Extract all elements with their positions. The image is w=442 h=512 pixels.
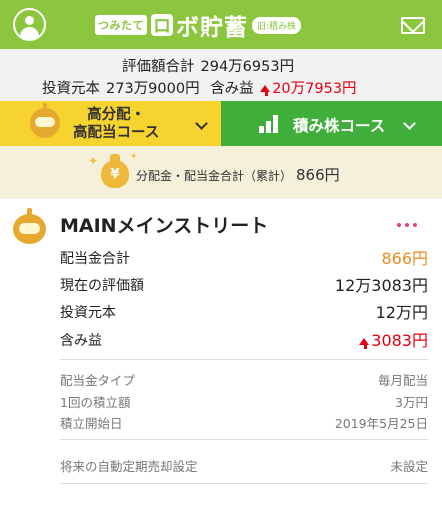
setting-start-date: 積立開始日 2019年5月25日	[60, 411, 428, 431]
mail-icon[interactable]	[401, 17, 425, 34]
setting-label: 配当金タイプ	[60, 373, 136, 388]
setting-contribution: 1回の積立額 3万円	[60, 390, 428, 410]
tab-stock-label: 積み株コース	[293, 117, 386, 135]
course-tabs: 高分配・ 高配当コース 積み株コース	[0, 101, 442, 146]
app-header: つみたて ロ ボ貯蓄 旧:積み株	[0, 0, 442, 49]
user-icon-head	[25, 16, 34, 25]
row-unrealized-gain: 含み益 3083円	[60, 326, 428, 353]
portfolio-summary: 評価額合計 294万6953円 投資元本 273万9000円 含み益 20万7953円	[0, 49, 442, 101]
more-dots-icon[interactable]	[397, 223, 417, 229]
divider	[60, 359, 428, 360]
chevron-down-icon	[403, 117, 416, 130]
row-dividend-total: 配当金合計 866円	[60, 244, 428, 271]
row-principal: 投資元本 12万円	[60, 298, 428, 325]
row-value: 866円	[381, 249, 428, 268]
sparkle-icon: ✦	[130, 152, 138, 162]
row-label: 含み益	[60, 333, 102, 349]
sparkle-icon: ✦	[88, 154, 99, 168]
row-current-value: 現在の評価額 12万3083円	[60, 271, 428, 298]
setting-value: 毎月配当	[377, 373, 428, 388]
tab-high-dividend-label: 高分配・ 高配当コース	[73, 106, 159, 142]
dividend-total-value: 866円	[296, 166, 340, 184]
logo-badge: 旧:積み株	[252, 16, 302, 34]
tab-stock-course[interactable]: 積み株コース	[221, 101, 442, 146]
user-icon-body	[20, 27, 39, 39]
dividend-total: 分配金・配当金合計（累計） 866円	[136, 164, 340, 185]
divider	[60, 483, 428, 484]
gain-label: 含み益	[210, 81, 254, 97]
logo-subtitle: つみたて	[95, 15, 147, 35]
setting-dividend-type: 配当金タイプ 毎月配当	[60, 368, 428, 388]
summary-total-line: 評価額合計 294万6953円	[122, 55, 300, 76]
tab-high-dividend-label-line1: 高分配・	[87, 107, 146, 123]
chevron-down-icon	[195, 117, 208, 130]
bar-chart-icon	[259, 115, 279, 133]
row-label: 現在の評価額	[60, 278, 144, 294]
dividend-total-label: 分配金・配当金合計（累計）	[136, 169, 293, 183]
gain-amount: 3083円	[371, 331, 428, 350]
moneybag-icon: ¥	[101, 154, 129, 188]
summary-principal-line: 投資元本 273万9000円 含み益 20万7953円	[42, 77, 363, 98]
row-label: 配当金合計	[60, 251, 130, 267]
row-value: 12万円	[375, 303, 428, 322]
robot-icon	[30, 103, 60, 138]
auto-sell-value: 未設定	[390, 459, 428, 474]
app-logo: つみたて ロ ボ貯蓄 旧:積み株	[95, 8, 302, 42]
arrow-up-icon-stem	[364, 344, 368, 349]
setting-label: 1回の積立額	[60, 395, 131, 410]
auto-sell-label: 将来の自動定期売却設定	[60, 459, 198, 474]
gain-value: 20万7953円	[272, 81, 357, 97]
tab-high-dividend-label-line2: 高配当コース	[73, 125, 160, 141]
fund-card: MAINメインストリート 配当金合計 866円 現在の評価額 12万3083円 …	[13, 199, 442, 512]
total-label: 評価額合計	[122, 59, 195, 75]
divider	[60, 439, 428, 440]
tab-high-dividend-course[interactable]: 高分配・ 高配当コース	[0, 101, 221, 146]
robot-icon	[13, 208, 46, 244]
principal-value: 273万9000円	[106, 81, 200, 97]
setting-label: 積立開始日	[60, 416, 123, 431]
logo-title: ボ貯蓄	[176, 15, 248, 41]
total-value: 294万6953円	[200, 59, 295, 75]
setting-auto-sell[interactable]: 将来の自動定期売却設定 未設定	[60, 454, 428, 474]
user-icon[interactable]	[13, 8, 46, 41]
principal-label: 投資元本	[42, 81, 100, 97]
dividend-total-band: ✦ ✦ ¥ 分配金・配当金合計（累計） 866円	[0, 146, 442, 199]
row-value: 12万3083円	[334, 276, 428, 295]
fund-name: MAINメインストリート	[60, 215, 269, 237]
arrow-up-icon-stem	[265, 91, 269, 96]
logo-gear-mark: ロ	[151, 14, 173, 37]
row-value: 3083円	[358, 327, 428, 351]
setting-value: 2019年5月25日	[334, 416, 428, 431]
row-label: 投資元本	[60, 305, 116, 321]
setting-value: 3万円	[395, 395, 428, 410]
